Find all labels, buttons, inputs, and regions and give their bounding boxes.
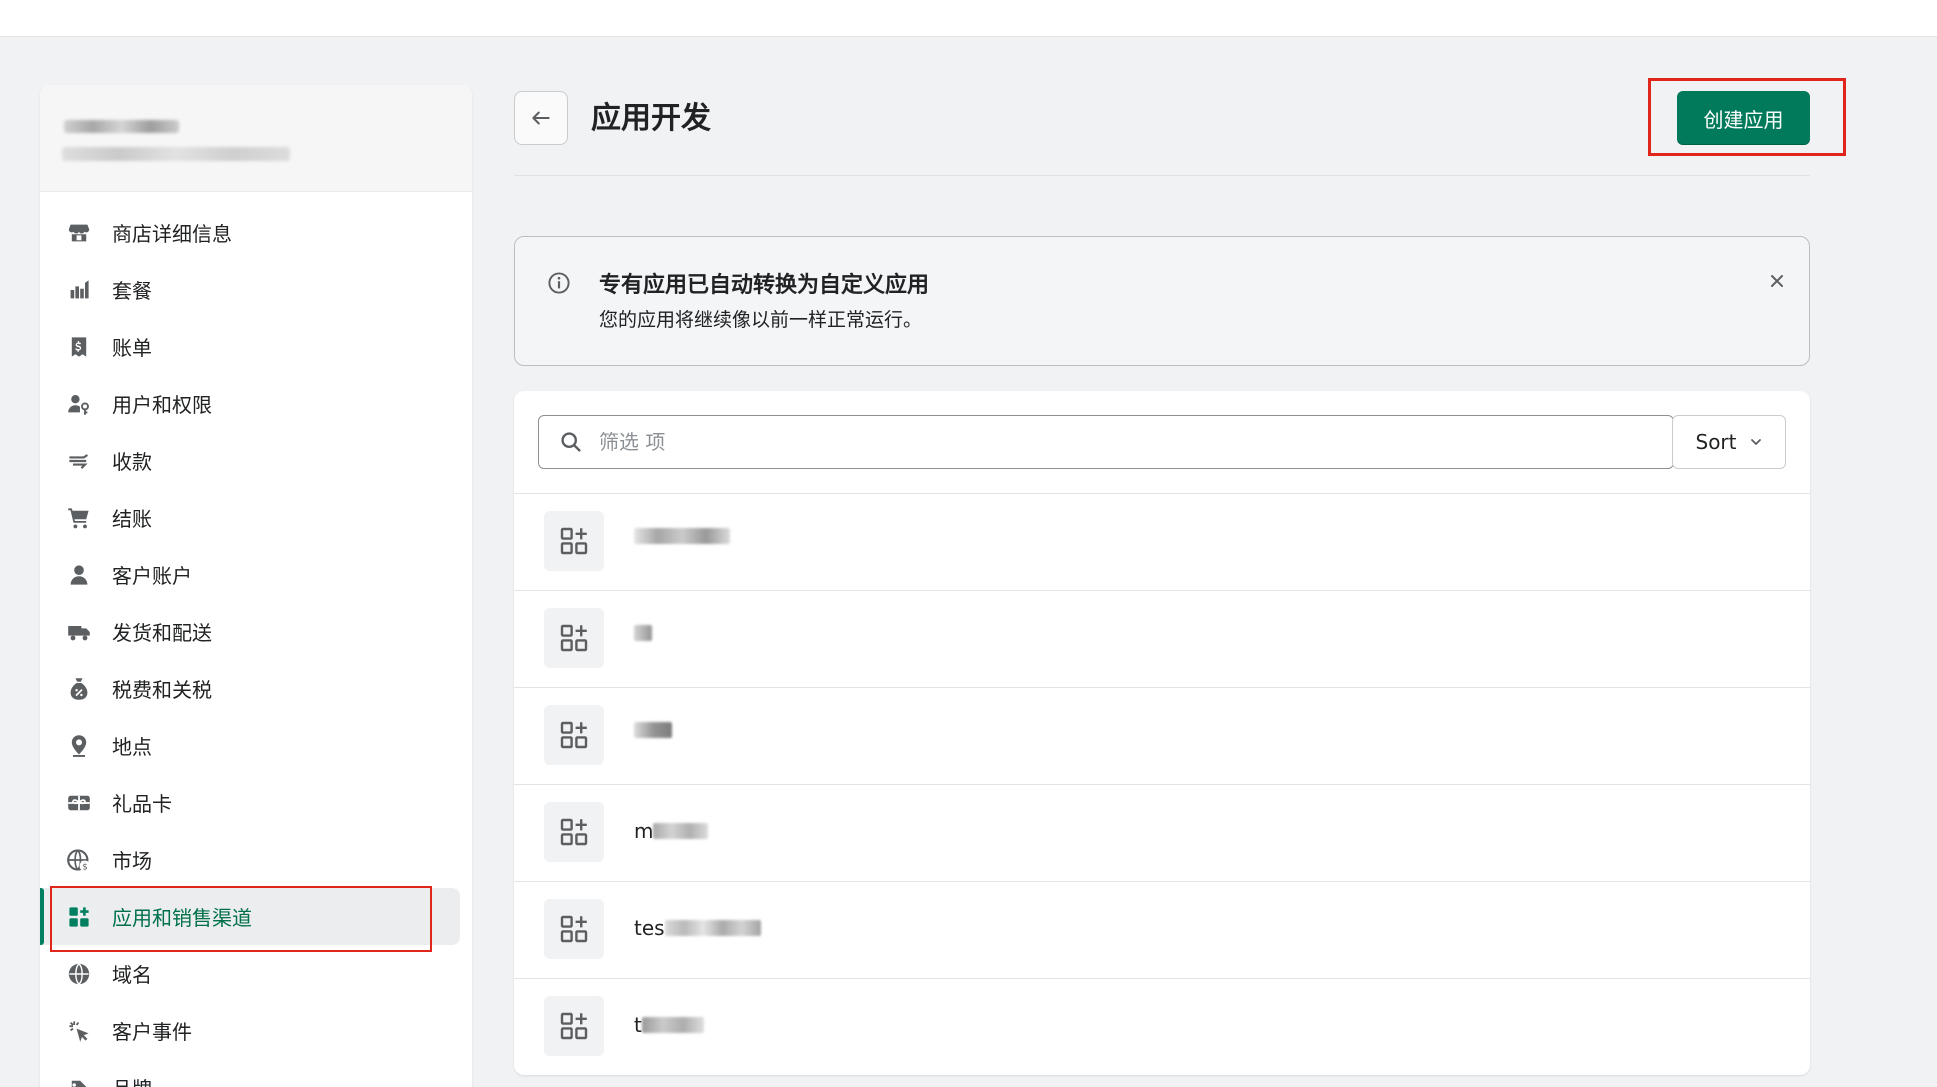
sort-button[interactable]: Sort <box>1672 415 1786 469</box>
sidebar-item-plan[interactable]: 套餐 <box>40 261 472 318</box>
app-grid-icon <box>544 899 604 959</box>
sidebar-item-label: 收款 <box>112 450 152 474</box>
app-list: m tes t <box>514 493 1810 1075</box>
sidebar-item-label: 礼品卡 <box>112 792 172 816</box>
redacted-text <box>664 920 761 936</box>
sidebar-item-label: 应用和销售渠道 <box>112 906 252 930</box>
sidebar-item-label: 账单 <box>112 336 152 360</box>
store-name-redacted <box>64 120 179 133</box>
top-bar <box>0 0 1937 37</box>
banner-title: 专有应用已自动转换为自定义应用 <box>599 273 930 298</box>
redacted-text <box>634 528 730 544</box>
sidebar-item-label: 地点 <box>112 735 152 759</box>
sidebar-item-label: 域名 <box>112 963 152 987</box>
filter-search-field[interactable] <box>538 415 1674 469</box>
brand-icon <box>66 1075 92 1087</box>
sidebar-item-gift-cards[interactable]: 礼品卡 <box>40 774 472 831</box>
sidebar-item-checkout[interactable]: 结账 <box>40 489 472 546</box>
chevron-down-icon <box>1749 435 1763 449</box>
app-grid-icon <box>544 705 604 765</box>
app-grid-icon <box>544 511 604 571</box>
settings-nav: 商店详细信息 套餐 账单 用户和权限 收款 结账 客户账户 发货和配送 税费和关… <box>40 192 472 1087</box>
cursor-click-icon <box>66 1018 92 1044</box>
app-grid-icon <box>544 608 604 668</box>
sidebar-item-label: 品牌 <box>112 1073 152 1087</box>
app-name: t <box>634 1013 704 1037</box>
redacted-text <box>653 823 709 839</box>
back-button[interactable] <box>514 91 568 145</box>
sidebar-item-label: 商店详细信息 <box>112 222 232 246</box>
search-input[interactable] <box>597 429 1601 455</box>
settings-sidebar: 商店详细信息 套餐 账单 用户和权限 收款 结账 客户账户 发货和配送 税费和关… <box>40 85 472 1087</box>
info-icon <box>547 271 571 295</box>
header-divider <box>514 175 1810 176</box>
app-name: tes <box>634 916 761 940</box>
sidebar-item-label: 发货和配送 <box>112 621 212 645</box>
sidebar-item-payments[interactable]: 收款 <box>40 432 472 489</box>
users-icon <box>66 391 92 417</box>
sidebar-item-label: 套餐 <box>112 279 152 303</box>
app-list-item[interactable]: tes <box>514 881 1810 978</box>
app-name: m <box>634 819 709 843</box>
sidebar-item-brand[interactable]: 品牌 <box>40 1059 472 1087</box>
billing-icon <box>66 334 92 360</box>
person-icon <box>66 562 92 588</box>
sidebar-item-shipping[interactable]: 发货和配送 <box>40 603 472 660</box>
tax-icon <box>66 676 92 702</box>
sidebar-item-billing[interactable]: 账单 <box>40 318 472 375</box>
payments-icon <box>66 448 92 474</box>
sidebar-item-locations[interactable]: 地点 <box>40 717 472 774</box>
app-list-item[interactable] <box>514 687 1810 784</box>
location-icon <box>66 733 92 759</box>
search-icon <box>559 430 583 454</box>
sidebar-item-apps-and-sales-channels[interactable]: 应用和销售渠道 <box>40 888 460 945</box>
apps-card: Sort <box>514 391 1810 1075</box>
redacted-text <box>634 625 652 641</box>
app-list-item[interactable] <box>514 493 1810 590</box>
app-grid-icon <box>544 802 604 862</box>
sidebar-item-label: 客户账户 <box>112 564 192 588</box>
store-email-redacted <box>62 147 290 161</box>
sidebar-item-store-details[interactable]: 商店详细信息 <box>40 204 472 261</box>
sidebar-item-users[interactable]: 用户和权限 <box>40 375 472 432</box>
banner-text: 您的应用将继续像以前一样正常运行。 <box>599 309 923 331</box>
store-header[interactable] <box>40 85 472 192</box>
dismiss-banner-button[interactable] <box>1763 267 1791 295</box>
redacted-text <box>634 722 672 738</box>
globe-dollar-icon: $ <box>66 847 92 873</box>
page-title: 应用开发 <box>591 101 711 136</box>
apps-icon <box>66 904 92 930</box>
cart-icon <box>66 505 92 531</box>
app-name <box>634 625 652 641</box>
store-icon <box>66 220 92 246</box>
sidebar-item-domains[interactable]: 域名 <box>40 945 472 1002</box>
svg-text:$: $ <box>82 861 87 871</box>
close-icon <box>1769 273 1785 289</box>
globe-icon <box>66 961 92 987</box>
app-list-item[interactable]: m <box>514 784 1810 881</box>
redacted-text <box>641 1017 704 1033</box>
plan-icon <box>66 277 92 303</box>
truck-icon <box>66 619 92 645</box>
sidebar-item-customer-accounts[interactable]: 客户账户 <box>40 546 472 603</box>
app-name <box>634 528 730 544</box>
info-banner: 专有应用已自动转换为自定义应用 您的应用将继续像以前一样正常运行。 <box>514 236 1810 366</box>
app-grid-icon <box>544 996 604 1056</box>
sidebar-item-customer-events[interactable]: 客户事件 <box>40 1002 472 1059</box>
sidebar-item-label: 客户事件 <box>112 1020 192 1044</box>
sidebar-item-label: 市场 <box>112 849 152 873</box>
sidebar-item-taxes[interactable]: 税费和关税 <box>40 660 472 717</box>
sidebar-item-markets[interactable]: $ 市场 <box>40 831 472 888</box>
create-app-button[interactable]: 创建应用 <box>1677 91 1810 145</box>
app-name <box>634 722 672 738</box>
arrow-left-icon <box>530 107 552 129</box>
sidebar-item-label: 税费和关税 <box>112 678 212 702</box>
gift-card-icon <box>66 790 92 816</box>
app-list-item[interactable] <box>514 590 1810 687</box>
sidebar-item-label: 用户和权限 <box>112 393 212 417</box>
app-list-item[interactable]: t <box>514 978 1810 1075</box>
sort-label: Sort <box>1695 430 1737 454</box>
sidebar-item-label: 结账 <box>112 507 152 531</box>
